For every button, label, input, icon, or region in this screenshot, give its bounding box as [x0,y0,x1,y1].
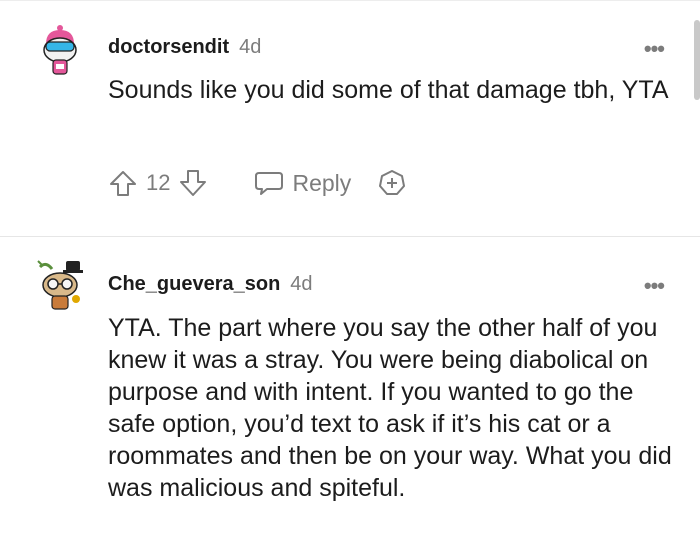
snoo-avatar-icon [37,260,83,310]
username[interactable]: Che_guevera_son [108,273,280,296]
award-icon[interactable] [377,168,407,198]
scrollbar[interactable] [694,20,700,100]
snoo-avatar-icon [43,25,77,75]
username[interactable]: doctorsendit [108,36,229,59]
more-options-button[interactable]: ••• [644,273,665,299]
avatar[interactable] [32,22,88,78]
avatar[interactable] [32,257,88,313]
vote-score: 12 [146,170,171,195]
upvote-icon[interactable] [108,168,138,198]
comment: doctorsendit 4d ••• Sounds like you did … [0,0,700,236]
timestamp: 4d [239,36,262,58]
reply-icon [254,169,284,197]
comment-actions: 12 Reply [108,166,407,200]
reply-button[interactable]: Reply [254,169,351,197]
comment-meta: Che_guevera_son 4d [108,273,313,296]
downvote-icon[interactable] [178,168,208,198]
more-options-button[interactable]: ••• [644,36,665,62]
comment: Che_guevera_son 4d ••• YTA. The part whe… [0,237,700,550]
comment-body: YTA. The part where you say the other ha… [108,314,672,502]
comment-body: Sounds like you did some of that damage … [108,76,669,104]
timestamp: 4d [290,273,313,295]
reply-label: Reply [292,169,352,196]
comment-meta: doctorsendit 4d [108,36,261,59]
